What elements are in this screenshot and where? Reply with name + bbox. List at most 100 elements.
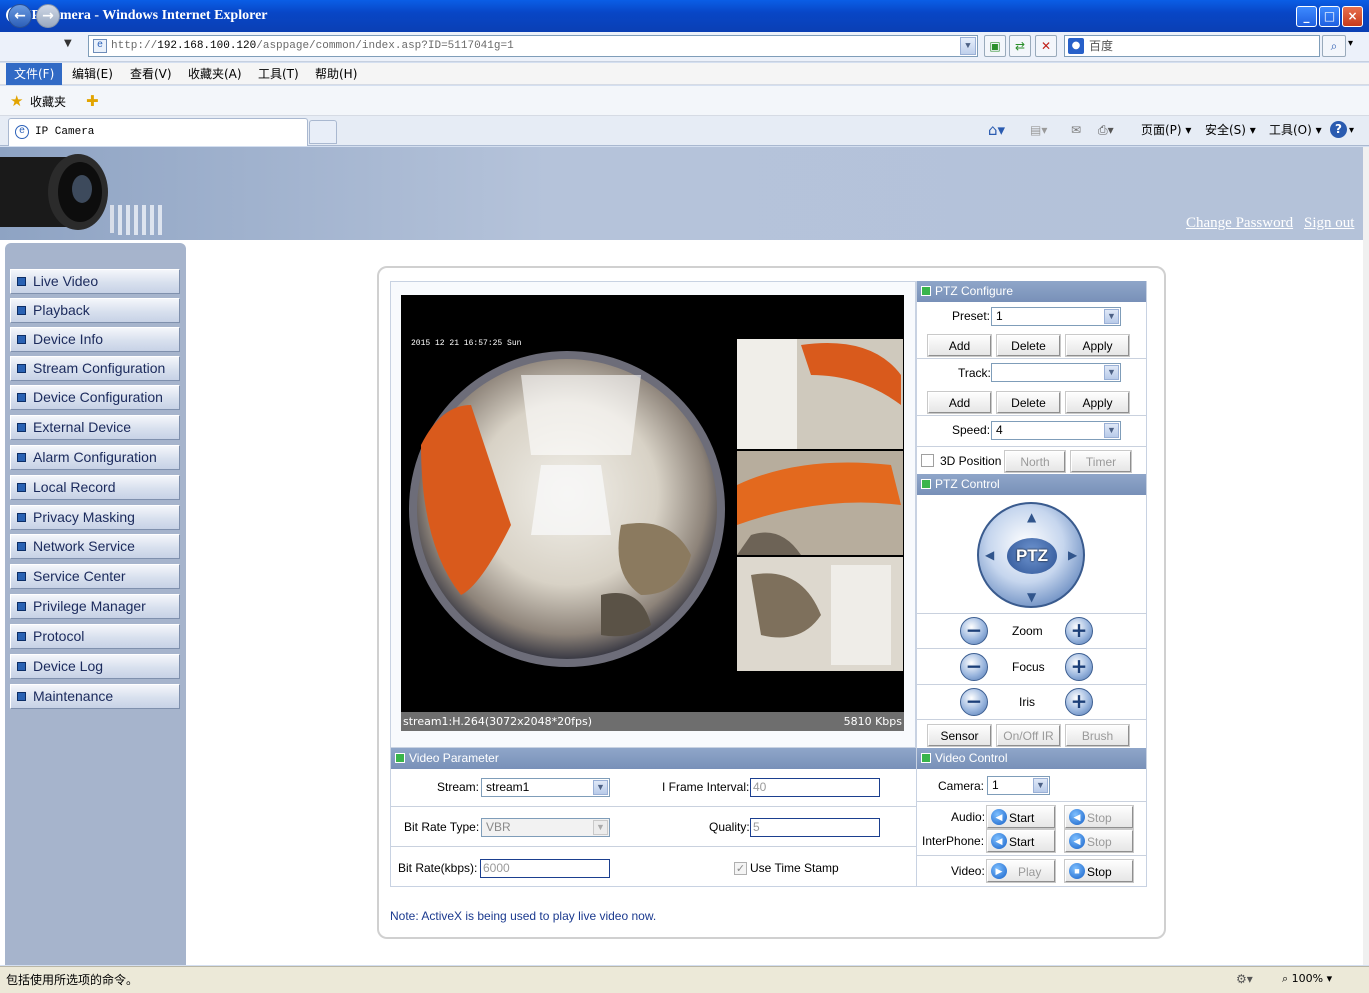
speed-select[interactable]: 4 ▼ bbox=[991, 421, 1121, 440]
ptz-right-arrow-icon[interactable]: ▶ bbox=[1068, 548, 1077, 562]
tools-menu[interactable]: 工具(O) ▾ bbox=[1269, 120, 1322, 140]
sidebar-item-device-info[interactable]: Device Info bbox=[10, 327, 180, 352]
interphone-stop-button[interactable]: ◀ Stop bbox=[1064, 829, 1134, 853]
audio-stop-button[interactable]: ◀ Stop bbox=[1064, 805, 1134, 829]
focus-plus-button[interactable]: + bbox=[1065, 653, 1093, 681]
sidebar-item-device-log[interactable]: Device Log bbox=[10, 654, 180, 679]
ptz-up-arrow-icon[interactable]: ▲ bbox=[1027, 510, 1036, 524]
iframe-interval-input[interactable]: 40 bbox=[750, 778, 880, 797]
home-icon[interactable]: ⌂▾ bbox=[988, 120, 1005, 140]
maximize-button[interactable]: □ bbox=[1319, 6, 1340, 27]
ptz-joystick[interactable]: ▲ ▼ ◀ ▶ PTZ bbox=[977, 502, 1085, 608]
interphone-start-button[interactable]: ◀ Start bbox=[986, 829, 1056, 853]
favorites-star-icon[interactable]: ★ bbox=[10, 92, 23, 110]
track-delete-button[interactable]: Delete bbox=[996, 391, 1061, 414]
search-options-icon[interactable]: ▾ bbox=[1348, 38, 1353, 49]
zoom-out-button[interactable]: − bbox=[960, 617, 988, 645]
menu-tools[interactable]: 工具(T) bbox=[250, 63, 307, 85]
use-timestamp-checkbox[interactable]: ✓ bbox=[734, 862, 747, 875]
new-tab-button[interactable] bbox=[309, 120, 337, 144]
forward-button[interactable]: → bbox=[36, 4, 60, 28]
favorites-label[interactable]: 收藏夹 bbox=[30, 93, 66, 110]
ptz-down-arrow-icon[interactable]: ▼ bbox=[1027, 590, 1036, 604]
search-icon[interactable]: ⌕ bbox=[1322, 35, 1346, 57]
help-icon[interactable]: ? bbox=[1330, 121, 1347, 138]
add-favorite-icon[interactable]: ✚ bbox=[86, 92, 99, 110]
video-stop-button[interactable]: ■ Stop bbox=[1064, 859, 1134, 883]
iris-minus-button[interactable]: − bbox=[960, 688, 988, 716]
page-scrollbar[interactable] bbox=[1363, 147, 1369, 965]
video-parameter-header: Video Parameter bbox=[391, 748, 916, 769]
sensor-button[interactable]: Sensor bbox=[927, 724, 992, 747]
bitrate-input[interactable]: 6000 bbox=[480, 859, 610, 878]
page-menu[interactable]: 页面(P) ▾ bbox=[1141, 120, 1191, 140]
minimize-button[interactable]: _ bbox=[1296, 6, 1317, 27]
ptz-center-button[interactable]: PTZ bbox=[1007, 538, 1057, 574]
3d-position-checkbox[interactable] bbox=[921, 454, 934, 467]
url-input[interactable]: e http://192.168.100.120/asppage/common/… bbox=[88, 35, 978, 57]
search-input[interactable]: ● 百度 bbox=[1064, 35, 1320, 57]
sidebar-item-playback[interactable]: Playback bbox=[10, 298, 180, 323]
sidebar-item-device-configuration[interactable]: Device Configuration bbox=[10, 385, 180, 410]
brush-button[interactable]: Brush bbox=[1065, 724, 1130, 747]
security-zone-icon[interactable]: ⚙▾ bbox=[1236, 972, 1253, 986]
sidebar-item-local-record[interactable]: Local Record bbox=[10, 475, 180, 500]
sidebar-item-stream-configuration[interactable]: Stream Configuration bbox=[10, 356, 180, 381]
onoff-ir-button[interactable]: On/Off IR bbox=[996, 724, 1061, 747]
bitrate-type-select[interactable]: VBR ▼ bbox=[481, 818, 610, 837]
menu-edit[interactable]: 编辑(E) bbox=[64, 63, 121, 85]
help-dropdown-icon[interactable]: ▾ bbox=[1349, 121, 1354, 141]
focus-minus-button[interactable]: − bbox=[960, 653, 988, 681]
change-password-link[interactable]: Change Password bbox=[1186, 215, 1293, 232]
menu-favorites[interactable]: 收藏夹(A) bbox=[180, 63, 250, 85]
camera-select[interactable]: 1 ▼ bbox=[987, 776, 1050, 795]
ptz-left-arrow-icon[interactable]: ◀ bbox=[985, 548, 994, 562]
track-add-button[interactable]: Add bbox=[927, 391, 992, 414]
sidebar-item-privilege-manager[interactable]: Privilege Manager bbox=[10, 594, 180, 619]
sidebar-item-privacy-masking[interactable]: Privacy Masking bbox=[10, 505, 180, 530]
video-play-button[interactable]: ▶ Play bbox=[986, 859, 1056, 883]
sidebar-item-live-video[interactable]: Live Video bbox=[10, 269, 180, 294]
url-dropdown-icon[interactable]: ▼ bbox=[960, 37, 976, 55]
tab-ip-camera[interactable]: e IP Camera bbox=[8, 118, 308, 146]
track-select[interactable]: ▼ bbox=[991, 363, 1121, 382]
sidebar-item-external-device[interactable]: External Device bbox=[10, 415, 180, 440]
zoom-in-button[interactable]: + bbox=[1065, 617, 1093, 645]
menu-help[interactable]: 帮助(H) bbox=[307, 63, 365, 85]
preset-select[interactable]: 1 ▼ bbox=[991, 307, 1121, 326]
menu-view[interactable]: 查看(V) bbox=[122, 63, 180, 85]
track-apply-button[interactable]: Apply bbox=[1065, 391, 1130, 414]
divider bbox=[917, 415, 1146, 416]
compatibility-view-icon[interactable]: ▣ bbox=[984, 35, 1006, 57]
iris-plus-button[interactable]: + bbox=[1065, 688, 1093, 716]
zoom-level[interactable]: ⌕ 100% ▾ bbox=[1282, 972, 1332, 986]
north-button[interactable]: North bbox=[1004, 450, 1066, 473]
preset-delete-button[interactable]: Delete bbox=[996, 334, 1061, 357]
timer-button[interactable]: Timer bbox=[1070, 450, 1132, 473]
stop-icon[interactable]: ✕ bbox=[1035, 35, 1057, 57]
preset-add-button[interactable]: Add bbox=[927, 334, 992, 357]
stream-info: stream1:H.264(3072x2048*20fps) bbox=[403, 715, 592, 728]
stream-select[interactable]: stream1 ▼ bbox=[481, 778, 610, 797]
audio-start-button[interactable]: ◀ Start bbox=[986, 805, 1056, 829]
quality-input[interactable]: 5 bbox=[750, 818, 880, 837]
safety-menu[interactable]: 安全(S) ▾ bbox=[1205, 120, 1256, 140]
menu-file[interactable]: 文件(F) bbox=[6, 63, 63, 85]
history-dropdown-icon[interactable]: ▼ bbox=[64, 38, 72, 49]
sidebar-item-network-service[interactable]: Network Service bbox=[10, 534, 180, 559]
back-button[interactable]: ← bbox=[8, 4, 32, 28]
sidebar-item-service-center[interactable]: Service Center bbox=[10, 564, 180, 589]
preset-apply-button[interactable]: Apply bbox=[1065, 334, 1130, 357]
sidebar-item-alarm-configuration[interactable]: Alarm Configuration bbox=[10, 445, 180, 470]
mail-icon[interactable]: ✉ bbox=[1071, 120, 1081, 140]
sidebar-item-protocol[interactable]: Protocol bbox=[10, 624, 180, 649]
close-window-button[interactable]: × bbox=[1342, 6, 1363, 27]
live-video-view[interactable]: 2015 12 21 16:57:25 Sun bbox=[401, 295, 904, 731]
refresh-icon[interactable]: ⇄ bbox=[1009, 35, 1031, 57]
sign-out-link[interactable]: Sign out bbox=[1304, 215, 1354, 232]
print-icon[interactable]: ⎙▾ bbox=[1098, 120, 1114, 140]
sidebar-item-maintenance[interactable]: Maintenance bbox=[10, 684, 180, 709]
bullet-icon bbox=[17, 692, 26, 701]
feeds-icon[interactable]: ▤▾ bbox=[1030, 120, 1047, 140]
fisheye-video-image bbox=[409, 339, 903, 671]
